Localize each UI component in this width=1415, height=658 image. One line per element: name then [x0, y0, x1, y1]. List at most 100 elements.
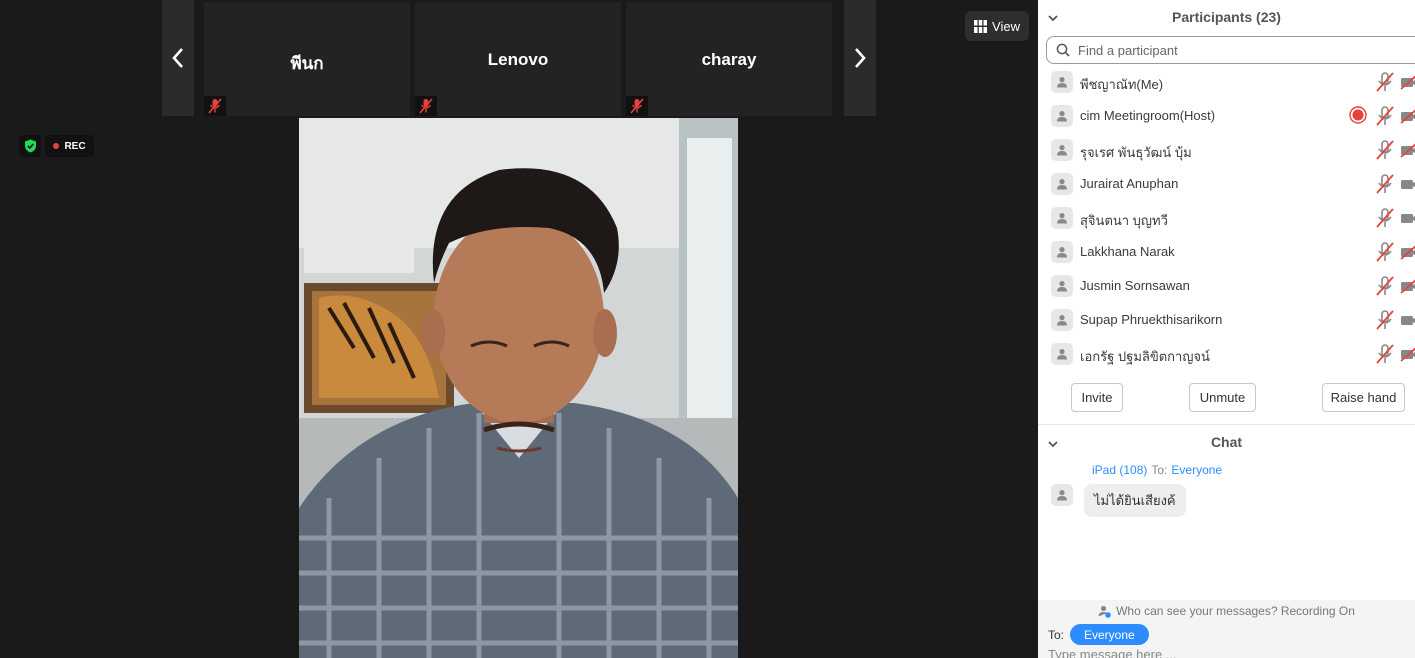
- avatar: [1051, 207, 1073, 229]
- participant-name: พีชญาณัท(Me): [1080, 77, 1164, 92]
- mic-muted-icon: [419, 98, 433, 114]
- view-label: View: [992, 18, 1020, 34]
- participant-name: Lakkhana Narak: [1080, 244, 1175, 259]
- participant-search-input[interactable]: [1078, 42, 1378, 58]
- unmute-button[interactable]: Unmute: [1189, 383, 1256, 412]
- muted-mic-badge: [626, 96, 648, 116]
- to-label: To:: [1048, 628, 1065, 642]
- rec-label: REC: [64, 140, 86, 152]
- avatar: [1051, 105, 1073, 127]
- avatar: [1051, 139, 1073, 161]
- avatar: [1051, 275, 1073, 297]
- participants-title: Participants (23): [1172, 9, 1281, 25]
- tile-name: Lenovo: [487, 50, 549, 69]
- muted-mic-badge: [415, 96, 437, 116]
- mic-muted-icon[interactable]: [1374, 343, 1396, 365]
- mic-muted-icon[interactable]: [1374, 275, 1396, 297]
- participant-row[interactable]: cim Meetingroom(Host): [1038, 98, 1415, 132]
- grid-view-icon: [974, 19, 988, 33]
- participant-row[interactable]: พีชญาณัท(Me): [1038, 64, 1415, 98]
- recording-badge[interactable]: REC: [45, 135, 94, 157]
- avatar: [1051, 343, 1073, 365]
- camera-off-icon[interactable]: [1400, 73, 1415, 91]
- participant-tile[interactable]: พีนก: [204, 2, 410, 116]
- person-icon: [1057, 111, 1067, 122]
- participant-name: รุจเรศ พันธุวัฒน์ บุ้ม: [1080, 145, 1192, 160]
- mic-muted-icon: [208, 98, 222, 114]
- avatar: [1051, 173, 1073, 195]
- participant-row[interactable]: เอกรัฐ ปฐมลิขิตกาญจน์: [1038, 336, 1415, 370]
- camera-off-icon[interactable]: [1400, 141, 1415, 159]
- participant-row[interactable]: Jurairat Anuphan: [1038, 166, 1415, 200]
- camera-off-icon[interactable]: [1400, 243, 1415, 261]
- person-info-icon: [1098, 605, 1111, 618]
- mic-muted-icon: [630, 98, 644, 114]
- search-icon: [1056, 43, 1070, 57]
- mic-muted-icon[interactable]: [1374, 139, 1396, 161]
- chat-title: Chat: [1210, 434, 1243, 450]
- tile-name: charay: [701, 50, 757, 69]
- mic-muted-icon[interactable]: [1374, 207, 1396, 229]
- person-icon: [1057, 145, 1067, 156]
- person-icon: [1057, 315, 1067, 326]
- participant-tile[interactable]: Lenovo: [415, 2, 621, 116]
- participant-row[interactable]: รุจเรศ พันธุวัฒน์ บุ้ม: [1038, 132, 1415, 166]
- avatar: [1051, 241, 1073, 263]
- participant-name: สุจินตนา บุญทวี: [1080, 213, 1168, 228]
- person-icon: [1057, 247, 1067, 258]
- chat-header: Chat: [1038, 425, 1415, 459]
- mic-muted-icon[interactable]: [1374, 173, 1396, 195]
- participant-name: Jusmin Sornsawan: [1080, 278, 1190, 293]
- mic-muted-icon[interactable]: [1374, 105, 1396, 127]
- chat-recipient[interactable]: Everyone: [1171, 463, 1222, 477]
- participant-row[interactable]: สุจินตนา บุญทวี: [1038, 200, 1415, 234]
- chat-message-input[interactable]: [1048, 646, 1403, 658]
- participant-row[interactable]: Lakkhana Narak: [1038, 234, 1415, 268]
- participant-name: เอกรัฐ ปฐมลิขิตกาญจน์: [1080, 349, 1210, 364]
- video-area: พีนก Lenovo charay View REC: [0, 0, 1038, 658]
- main-video-feed[interactable]: [299, 118, 738, 658]
- participant-name: cim Meetingroom(Host): [1080, 108, 1216, 123]
- person-icon: [1057, 349, 1067, 360]
- participants-header: Participants (23): [1038, 0, 1415, 34]
- person-icon: [1057, 490, 1067, 501]
- chat-message-meta: iPad (108) To: Everyone: [1092, 463, 1222, 477]
- chat-recipient-select[interactable]: Everyone: [1070, 624, 1149, 645]
- camera-off-icon[interactable]: [1400, 345, 1415, 363]
- mic-muted-icon[interactable]: [1374, 241, 1396, 263]
- chat-sender[interactable]: iPad (108): [1092, 463, 1147, 477]
- mic-muted-icon[interactable]: [1374, 309, 1396, 331]
- camera-icon[interactable]: [1400, 209, 1415, 227]
- recording-dot-icon: [53, 143, 60, 149]
- avatar: [1051, 71, 1073, 93]
- camera-icon[interactable]: [1400, 311, 1415, 329]
- person-icon: [1057, 213, 1067, 224]
- raise-hand-button[interactable]: Raise hand: [1322, 383, 1405, 412]
- mic-muted-icon[interactable]: [1374, 71, 1396, 93]
- invite-button[interactable]: Invite: [1071, 383, 1123, 412]
- tile-name: พีนก: [290, 54, 324, 73]
- muted-mic-badge: [204, 96, 226, 116]
- participant-row[interactable]: Supap Phruekthisarikorn: [1038, 302, 1415, 336]
- participant-name: Jurairat Anuphan: [1080, 176, 1179, 191]
- previous-page-button[interactable]: [162, 0, 194, 116]
- camera-off-icon[interactable]: [1400, 277, 1415, 295]
- chevron-left-icon: [172, 48, 183, 68]
- participant-search-box[interactable]: [1046, 36, 1415, 64]
- person-icon: [1057, 77, 1067, 88]
- camera-icon[interactable]: [1400, 175, 1415, 193]
- chat-visibility-notice[interactable]: Who can see your messages? Recording On: [1038, 604, 1415, 618]
- avatar: [1051, 309, 1073, 331]
- side-panel: Participants (23) พีชญาณัท(Me) cim Meetin…: [1038, 0, 1415, 658]
- security-badge[interactable]: [19, 135, 41, 157]
- speaker-video-image: [299, 118, 738, 658]
- camera-off-icon[interactable]: [1400, 107, 1415, 125]
- view-button[interactable]: View: [965, 11, 1029, 41]
- next-page-button[interactable]: [844, 0, 876, 116]
- chat-notice-text: Who can see your messages? Recording On: [1116, 604, 1355, 618]
- person-icon: [1057, 179, 1067, 190]
- chevron-right-icon: [855, 48, 866, 68]
- participant-tile[interactable]: charay: [626, 2, 832, 116]
- participant-name: Supap Phruekthisarikorn: [1080, 312, 1223, 327]
- participant-row[interactable]: Jusmin Sornsawan: [1038, 268, 1415, 302]
